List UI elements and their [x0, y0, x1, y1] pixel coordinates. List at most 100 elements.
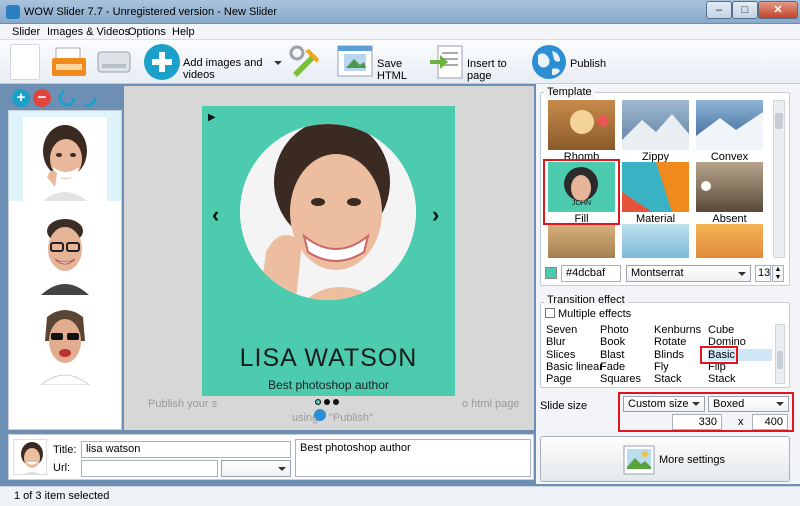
slide-thumb-3[interactable] [23, 301, 107, 386]
rotate-left-icon [58, 89, 76, 107]
effect-item[interactable]: Book [600, 336, 655, 348]
effects-scroll-thumb[interactable] [777, 351, 783, 369]
new-slider-button[interactable] [10, 44, 40, 80]
url-target-select[interactable] [221, 460, 291, 477]
menu-options[interactable]: Options [128, 26, 166, 38]
status-bar: 1 of 3 item selected [0, 486, 800, 506]
effect-item[interactable]: Blur [546, 336, 606, 348]
folder-icon [52, 47, 86, 76]
publish-button[interactable]: Publish [530, 43, 606, 81]
publish-label: Publish [570, 58, 607, 70]
rotate-left-button[interactable] [58, 89, 76, 107]
title-label: Title: [53, 444, 77, 456]
font-size-input[interactable]: 13 [755, 265, 771, 282]
color-swatch[interactable] [545, 267, 557, 279]
transition-group-title: Transition effect [544, 294, 628, 306]
menu-bar: Slider Images & Videos Options Help [0, 24, 800, 40]
size-mode-select[interactable]: Custom size [623, 396, 705, 412]
tools-icon [289, 45, 319, 77]
bullet-2[interactable] [324, 399, 330, 405]
edit-thumbnail [13, 439, 47, 475]
slide-bullets[interactable] [315, 399, 343, 407]
slide-list[interactable] [8, 110, 122, 430]
image-settings-icon [623, 445, 655, 475]
template-thumb-material[interactable] [622, 162, 689, 212]
effect-item[interactable]: Squares [600, 373, 655, 385]
add-images-button[interactable]: Add images and videos [143, 43, 285, 81]
layout-select[interactable]: Boxed [708, 396, 789, 412]
open-button[interactable] [50, 46, 88, 78]
title-input[interactable]: lisa watson [81, 441, 291, 458]
remove-slide-button[interactable]: − [33, 89, 51, 107]
fill-highlight [543, 159, 620, 225]
multiple-effects-label: Multiple effects [558, 308, 632, 320]
width-input[interactable]: 330 [672, 414, 722, 430]
woman-portrait-large-icon [240, 124, 416, 300]
template-thumb-row3-2[interactable] [622, 224, 689, 258]
effect-item[interactable]: Kenburns [654, 324, 709, 336]
menu-images-videos[interactable]: Images & Videos [47, 26, 130, 38]
description-textarea[interactable]: Best photoshop author [295, 439, 531, 477]
next-arrow-icon[interactable]: › [432, 202, 439, 228]
save-html-button[interactable]: Save HTML [336, 44, 422, 82]
tools-button[interactable] [287, 43, 325, 81]
add-slide-button[interactable]: + [12, 89, 30, 107]
height-input[interactable]: 400 [752, 414, 788, 430]
close-button[interactable]: ✕ [758, 1, 798, 19]
play-icon[interactable]: ▶ [208, 112, 216, 123]
menu-help[interactable]: Help [172, 26, 195, 38]
slide-edit-area: Title: lisa watson Url: Best photoshop a… [8, 434, 534, 480]
template-thumb-zippy[interactable] [622, 100, 689, 150]
slide-preview[interactable]: ▶ ‹ › LISA WATSON Best photoshop author [202, 106, 455, 405]
preview-hint-left: Publish your s [148, 398, 218, 410]
size-separator: x [738, 416, 744, 428]
bullet-1[interactable] [315, 399, 321, 405]
effect-item[interactable]: Seven [546, 324, 606, 336]
multiple-effects-checkbox[interactable] [545, 308, 555, 318]
slide-thumb-2[interactable] [23, 211, 107, 295]
effects-column-1: Seven Blur Slices Basic linear Page [546, 324, 606, 385]
rotate-right-button[interactable] [79, 89, 97, 107]
effects-column-2: Photo Book Blast Fade Squares [600, 324, 655, 385]
effect-item[interactable]: Basic linear [546, 361, 606, 373]
template-thumb-rhomb[interactable] [548, 100, 615, 150]
prev-arrow-icon[interactable]: ‹ [212, 202, 219, 228]
template-thumb-row3-1[interactable] [548, 224, 615, 258]
template-scrollbar[interactable] [773, 100, 785, 258]
template-thumb-absent[interactable] [696, 162, 763, 212]
save-button[interactable] [96, 48, 132, 76]
rotate-right-icon [79, 89, 97, 107]
effect-item[interactable]: Slices [546, 349, 606, 361]
template-scroll-thumb[interactable] [775, 113, 783, 129]
app-icon [6, 5, 20, 19]
size-mode-value: Custom size [628, 398, 689, 410]
effect-item[interactable]: Page [546, 373, 606, 385]
preview-hint-publish-link[interactable]: "Publish" [329, 412, 373, 424]
minimize-button[interactable]: – [706, 1, 732, 19]
more-settings-label: More settings [659, 454, 726, 466]
effects-scrollbar[interactable] [775, 324, 785, 384]
slide-image [240, 124, 416, 300]
effect-item[interactable]: Blast [600, 349, 655, 361]
insert-to-page-button[interactable]: Insert to page [430, 44, 526, 82]
more-settings-button[interactable]: More settings [540, 436, 790, 482]
font-select[interactable]: Montserrat [626, 265, 751, 282]
template-thumb-row3-3[interactable] [696, 224, 763, 258]
effect-item[interactable]: Cube [708, 324, 772, 336]
bullet-3[interactable] [333, 399, 339, 405]
url-input[interactable] [81, 460, 218, 477]
basic-highlight [700, 346, 738, 364]
effect-item[interactable]: Stack [654, 373, 709, 385]
template-thumb-convex[interactable] [696, 100, 763, 150]
effects-list[interactable]: Seven Blur Slices Basic linear Page Phot… [546, 324, 772, 386]
effect-item[interactable]: Fade [600, 361, 655, 373]
slide-thumb-1[interactable] [23, 117, 107, 201]
maximize-button[interactable]: □ [732, 1, 758, 19]
effect-item[interactable]: Stack vertical [708, 373, 772, 386]
effect-item[interactable]: Photo [600, 324, 655, 336]
color-input[interactable]: #4dcbaf [561, 265, 621, 282]
menu-slider[interactable]: Slider [12, 26, 40, 38]
font-size-spinner[interactable]: ▲ ▼ [772, 265, 784, 282]
chevron-down-icon[interactable] [274, 61, 282, 65]
insert-to-page-label: Insert to page [467, 58, 507, 82]
